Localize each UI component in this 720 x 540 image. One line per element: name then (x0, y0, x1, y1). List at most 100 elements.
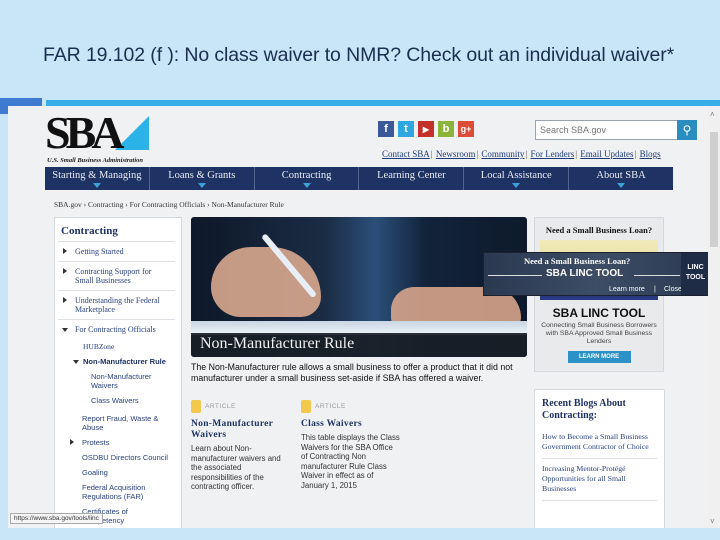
slide-title: FAR 19.102 (f ): No class waiver to NMR?… (43, 44, 675, 66)
logo-triangle-icon (115, 116, 149, 150)
browser-viewport: SBA U.S. Small Business Administration f… (8, 106, 720, 528)
sidebar-item-label: For Contracting Officials (75, 325, 156, 334)
blog-link[interactable]: Increasing Mentor-Protégé Opportunities … (542, 459, 657, 501)
article-card[interactable]: ARTICLE Class Waivers This table display… (301, 398, 401, 490)
divider (488, 275, 542, 276)
chevron-right-icon (63, 297, 67, 303)
sidebar-item-federal-marketplace[interactable]: Understanding the Federal Marketplace (58, 290, 175, 319)
sidebar-item-protests[interactable]: Protests (70, 435, 181, 450)
nav-about-sba[interactable]: About SBA (569, 167, 673, 190)
sidebar-item-report-fraud[interactable]: Report Fraud, Waste & Abuse (82, 411, 172, 435)
banner-question: Need a Small Business Loan? (524, 256, 631, 266)
scroll-thumb[interactable] (710, 132, 718, 247)
nav-label: Contracting (281, 170, 332, 181)
divider (634, 275, 680, 276)
sidebar-nav: Contracting Getting Started Contracting … (54, 217, 182, 528)
card-title[interactable]: Non-Manufacturer Waivers (191, 419, 291, 441)
twitter-icon[interactable]: t (398, 121, 414, 137)
sidebar-item-getting-started[interactable]: Getting Started (58, 241, 175, 261)
sidebar-item-label: Contracting Support for Small Businesses (75, 267, 152, 285)
sidebar-item-contracting-officials[interactable]: For Contracting Officials (58, 319, 175, 339)
sidebar-item-label: Understanding the Federal Marketplace (75, 296, 160, 314)
nav-contracting[interactable]: Contracting (255, 167, 360, 190)
facebook-icon[interactable]: f (378, 121, 394, 137)
scroll-down-icon[interactable]: ˅ (710, 517, 715, 526)
chevron-down-icon (302, 183, 311, 188)
logo-text: SBA (45, 107, 125, 158)
banner-side-tab[interactable]: LINC TOOL (681, 253, 710, 295)
link-blogs[interactable]: Blogs (640, 149, 661, 159)
nav-label: Loans & Grants (168, 170, 236, 181)
banner-separator: | (654, 286, 656, 293)
sidebar-item-label: Getting Started (75, 247, 124, 256)
sba-logo[interactable]: SBA U.S. Small Business Administration (45, 107, 149, 164)
sidebar-item-hubzone[interactable]: HUBZone (83, 339, 181, 354)
hero-caption: Non-Manufacturer Rule (191, 333, 527, 357)
link-for-lenders[interactable]: For Lenders (530, 149, 574, 159)
link-newsroom[interactable]: Newsroom (436, 149, 476, 159)
blogger-icon[interactable]: b (438, 121, 454, 137)
card-title[interactable]: Class Waivers (301, 419, 401, 430)
search-input[interactable] (536, 121, 676, 139)
chevron-right-icon (63, 248, 67, 254)
sidebar-item-label: Protests (82, 438, 110, 447)
nav-loans-grants[interactable]: Loans & Grants (150, 167, 255, 190)
link-community[interactable]: Community (481, 149, 524, 159)
vertical-scrollbar[interactable]: ˄ ˅ (708, 106, 720, 528)
chevron-down-icon (62, 328, 68, 332)
sidebar-item-far[interactable]: Federal Acquisition Regulations (FAR) (82, 480, 172, 504)
chevron-right-icon (70, 439, 74, 445)
link-email-updates[interactable]: Email Updates (580, 149, 633, 159)
ad-subtitle: Connecting Small Business Borrowers with… (541, 322, 657, 345)
article-card[interactable]: ARTICLE Non-Manufacturer Waivers Learn a… (191, 398, 291, 492)
sidebar-item-class-waivers[interactable]: Class Waivers (83, 393, 181, 408)
sidebar-title: Contracting (61, 225, 118, 237)
chevron-down-icon (512, 183, 521, 188)
hero-banner: Non-Manufacturer Rule (191, 217, 527, 357)
document-icon (301, 400, 311, 414)
card-text: This table displays the Class Waivers fo… (301, 433, 400, 490)
sidebar-item-osdbu[interactable]: OSDBU Directors Council (82, 450, 181, 465)
nav-label: Starting & Managing (52, 170, 142, 181)
chevron-down-icon (73, 360, 79, 364)
search-icon[interactable]: ⚲ (677, 120, 697, 140)
sba-webpage: SBA U.S. Small Business Administration f… (42, 106, 697, 528)
sidebar-item-nmr[interactable]: Non-Manufacturer Rule (73, 354, 181, 369)
card-text: Learn about Non-manufacturer waivers and… (191, 444, 281, 491)
nav-local-assistance[interactable]: Local Assistance (464, 167, 570, 190)
breadcrumb[interactable]: SBA.gov › Contracting › For Contracting … (54, 200, 284, 209)
blog-link[interactable]: How to Become a Small Business Governmen… (542, 427, 657, 459)
nav-learning-center[interactable]: Learning Center (359, 167, 465, 190)
scroll-up-icon[interactable]: ˄ (710, 110, 715, 119)
nav-label: Learning Center (377, 170, 446, 181)
nav-label: Local Assistance (480, 170, 552, 181)
utility-links: Contact SBA| Newsroom| Community| For Le… (382, 149, 661, 159)
nav-starting-managing[interactable]: Starting & Managing (45, 167, 150, 190)
chevron-down-icon (92, 183, 101, 188)
sidebar-item-nmr-waivers[interactable]: Non-Manufacturer Waivers (83, 369, 163, 393)
ad-tool-name: SBA LINC TOOL (552, 306, 646, 320)
banner-close-link[interactable]: Close (664, 286, 682, 293)
chevron-down-icon (197, 183, 206, 188)
status-bar-url: https://www.sba.gov/tools/linc (10, 513, 103, 524)
ad-title: Need a Small Business Loan? (545, 225, 653, 235)
link-contact-sba[interactable]: Contact SBA (382, 149, 430, 159)
chevron-down-icon (617, 183, 626, 188)
learn-more-button[interactable]: LEARN MORE (567, 351, 631, 363)
recent-blogs: Recent Blogs About Contracting: How to B… (534, 389, 665, 528)
youtube-icon[interactable]: ▶ (418, 121, 434, 137)
blogs-title: Recent Blogs About Contracting: (542, 398, 626, 421)
document-icon (191, 400, 201, 414)
sidebar-item-goaling[interactable]: Goaling (82, 465, 181, 480)
banner-learn-more-link[interactable]: Learn more (609, 286, 645, 293)
google-plus-icon[interactable]: g+ (458, 121, 474, 137)
main-nav: Starting & Managing Loans & Grants Contr… (45, 167, 673, 190)
social-icons: f t ▶ b g+ (378, 121, 474, 137)
sidebar-item-label: Non-Manufacturer Rule (83, 357, 166, 366)
linc-popup-banner: Need a Small Business Loan? SBA LINC TOO… (483, 252, 711, 296)
card-tag: ARTICLE (205, 403, 236, 411)
card-tag: ARTICLE (315, 403, 346, 411)
banner-tool-name: SBA LINC TOOL (546, 268, 624, 279)
sidebar-item-contracting-support[interactable]: Contracting Support for Small Businesses (58, 261, 175, 290)
nav-label: About SBA (596, 170, 646, 181)
